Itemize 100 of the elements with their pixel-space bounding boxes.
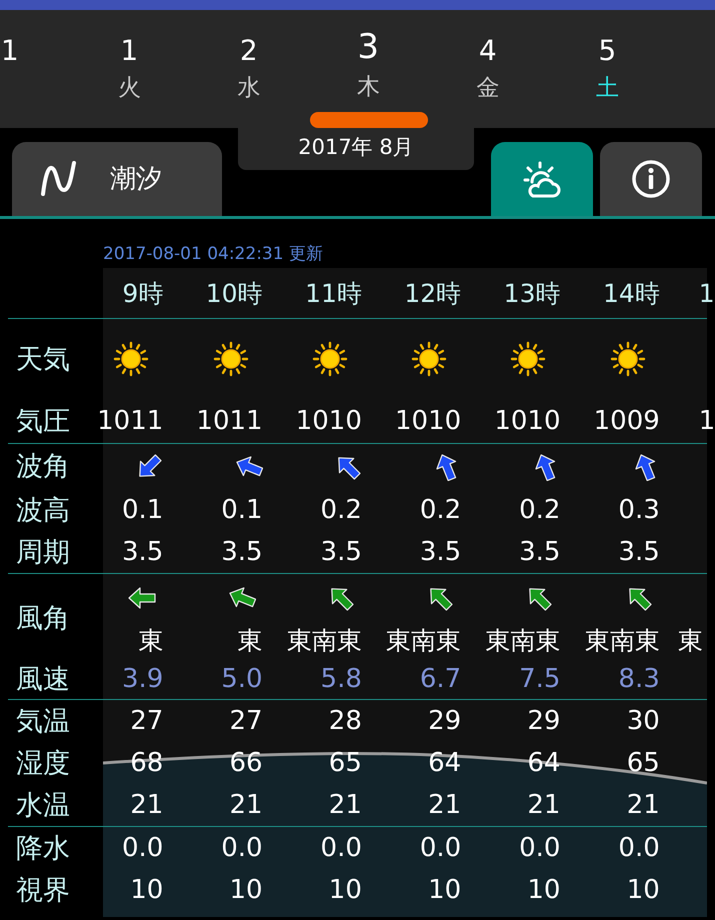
day-tab[interactable]: 3 木: [308, 10, 428, 128]
sun-icon: [510, 341, 546, 377]
hour-label: 10時: [206, 280, 263, 306]
row-label: 湿度: [16, 748, 70, 778]
row-label: 視界: [16, 874, 70, 906]
sun-icon: [113, 341, 150, 377]
table-value: 27: [230, 708, 263, 734]
row-label: 水温: [16, 790, 70, 820]
weekday-label: 水: [237, 77, 260, 100]
table-value: 1011: [196, 408, 263, 434]
table-value: 1: [698, 408, 715, 434]
table-value: 10: [130, 877, 164, 903]
table-value: 21: [428, 792, 462, 818]
row-label: 天気: [16, 344, 70, 374]
table-value: 0.2: [320, 497, 362, 523]
weekday-label: 土: [596, 77, 619, 100]
row-label: 降水: [16, 832, 70, 864]
table-value: 10: [328, 877, 362, 903]
table-value: 65: [328, 750, 362, 776]
tide-tab[interactable]: 潮汐: [12, 142, 222, 216]
weather-tab[interactable]: [491, 142, 593, 216]
table-value: 0.1: [122, 497, 164, 523]
table-value: 10: [626, 877, 660, 903]
weekday-label: 火: [118, 77, 141, 100]
row-label: 波高: [16, 494, 70, 526]
table-value: 0.3: [618, 497, 660, 523]
sun-icon: [312, 341, 348, 377]
table-value: 3.5: [618, 539, 660, 565]
update-time: 2017-08-01 04:22:31 更新: [102, 243, 324, 266]
table-value: 1009: [594, 408, 660, 434]
hour-label: 1: [698, 280, 715, 306]
table-value: 3.5: [221, 539, 263, 565]
table-value: 65: [626, 750, 660, 776]
table-value: 東: [678, 628, 703, 653]
row-label: 波角: [16, 451, 70, 482]
table-value: 5.8: [320, 666, 362, 692]
table-value: 1011: [97, 408, 164, 434]
table-value: 0.0: [221, 835, 263, 861]
table-value: 3.9: [122, 666, 164, 692]
table-value: 0.0: [122, 835, 164, 861]
wave-icon: [40, 160, 78, 198]
hour-label: 11時: [305, 280, 362, 306]
table-value: 10: [527, 877, 560, 903]
table-value: 30: [626, 708, 660, 734]
row-label: 風速: [16, 664, 70, 694]
table-value: 21: [527, 792, 560, 818]
hour-label: 12時: [404, 280, 462, 306]
table-value: 10: [428, 877, 462, 903]
row-label: 気圧: [16, 406, 70, 436]
table-value: 3.5: [320, 539, 362, 565]
day-tab[interactable]: 1: [0, 10, 70, 128]
row-label: 気温: [16, 706, 70, 736]
sun-icon: [411, 341, 448, 377]
table-value: 1010: [395, 408, 462, 434]
table-value: 29: [428, 708, 462, 734]
table-value: 東南東: [584, 628, 660, 653]
table-value: 21: [626, 792, 660, 818]
table-value: 21: [130, 792, 164, 818]
table-value: 1010: [494, 408, 560, 434]
hour-label: 9時: [122, 280, 164, 306]
weekday-label: 木: [356, 76, 380, 99]
table-value: 0.2: [519, 497, 560, 523]
table-value: 21: [328, 792, 362, 818]
day-tab[interactable]: 4 金: [428, 10, 548, 128]
info-icon: [631, 159, 671, 199]
table-value: 7.5: [519, 666, 560, 692]
day-tab[interactable]: 5 土: [548, 10, 667, 128]
table-value: 10: [230, 877, 263, 903]
day-tab[interactable]: 1 火: [70, 10, 189, 128]
cloud-sun-icon: [523, 160, 561, 198]
table-value: 8.3: [618, 666, 660, 692]
table-value: 0.0: [618, 835, 660, 861]
table-value: 3.5: [122, 539, 164, 565]
table-value: 東南東: [485, 628, 560, 653]
table-value: 3.5: [420, 539, 462, 565]
info-tab[interactable]: [600, 142, 702, 216]
table-value: 0.0: [519, 835, 560, 861]
table-value: 3.5: [519, 539, 560, 565]
table-value: 東南東: [286, 628, 362, 653]
day-tab[interactable]: 2 水: [189, 10, 308, 128]
table-value: 64: [428, 750, 462, 776]
row-label: 周期: [16, 536, 70, 568]
sun-icon: [212, 341, 249, 377]
table-value: 0.0: [420, 835, 462, 861]
table-value: 66: [230, 750, 263, 776]
weekday-label: 金: [476, 77, 500, 100]
table-value: 1010: [296, 408, 362, 434]
table-value: 29: [527, 708, 560, 734]
table-value: 0.0: [320, 835, 362, 861]
hour-label: 13時: [504, 280, 560, 306]
sun-icon: [610, 341, 646, 377]
table-value: 5.0: [221, 666, 263, 692]
table-value: 0.1: [221, 497, 263, 523]
table-value: 28: [328, 708, 362, 734]
table-value: 6.7: [420, 666, 462, 692]
table-value: 0.2: [420, 497, 462, 523]
table-value: 27: [130, 708, 164, 734]
table-value: 東: [238, 628, 263, 653]
hour-label: 14時: [602, 280, 660, 306]
row-label: 風角: [16, 603, 70, 634]
